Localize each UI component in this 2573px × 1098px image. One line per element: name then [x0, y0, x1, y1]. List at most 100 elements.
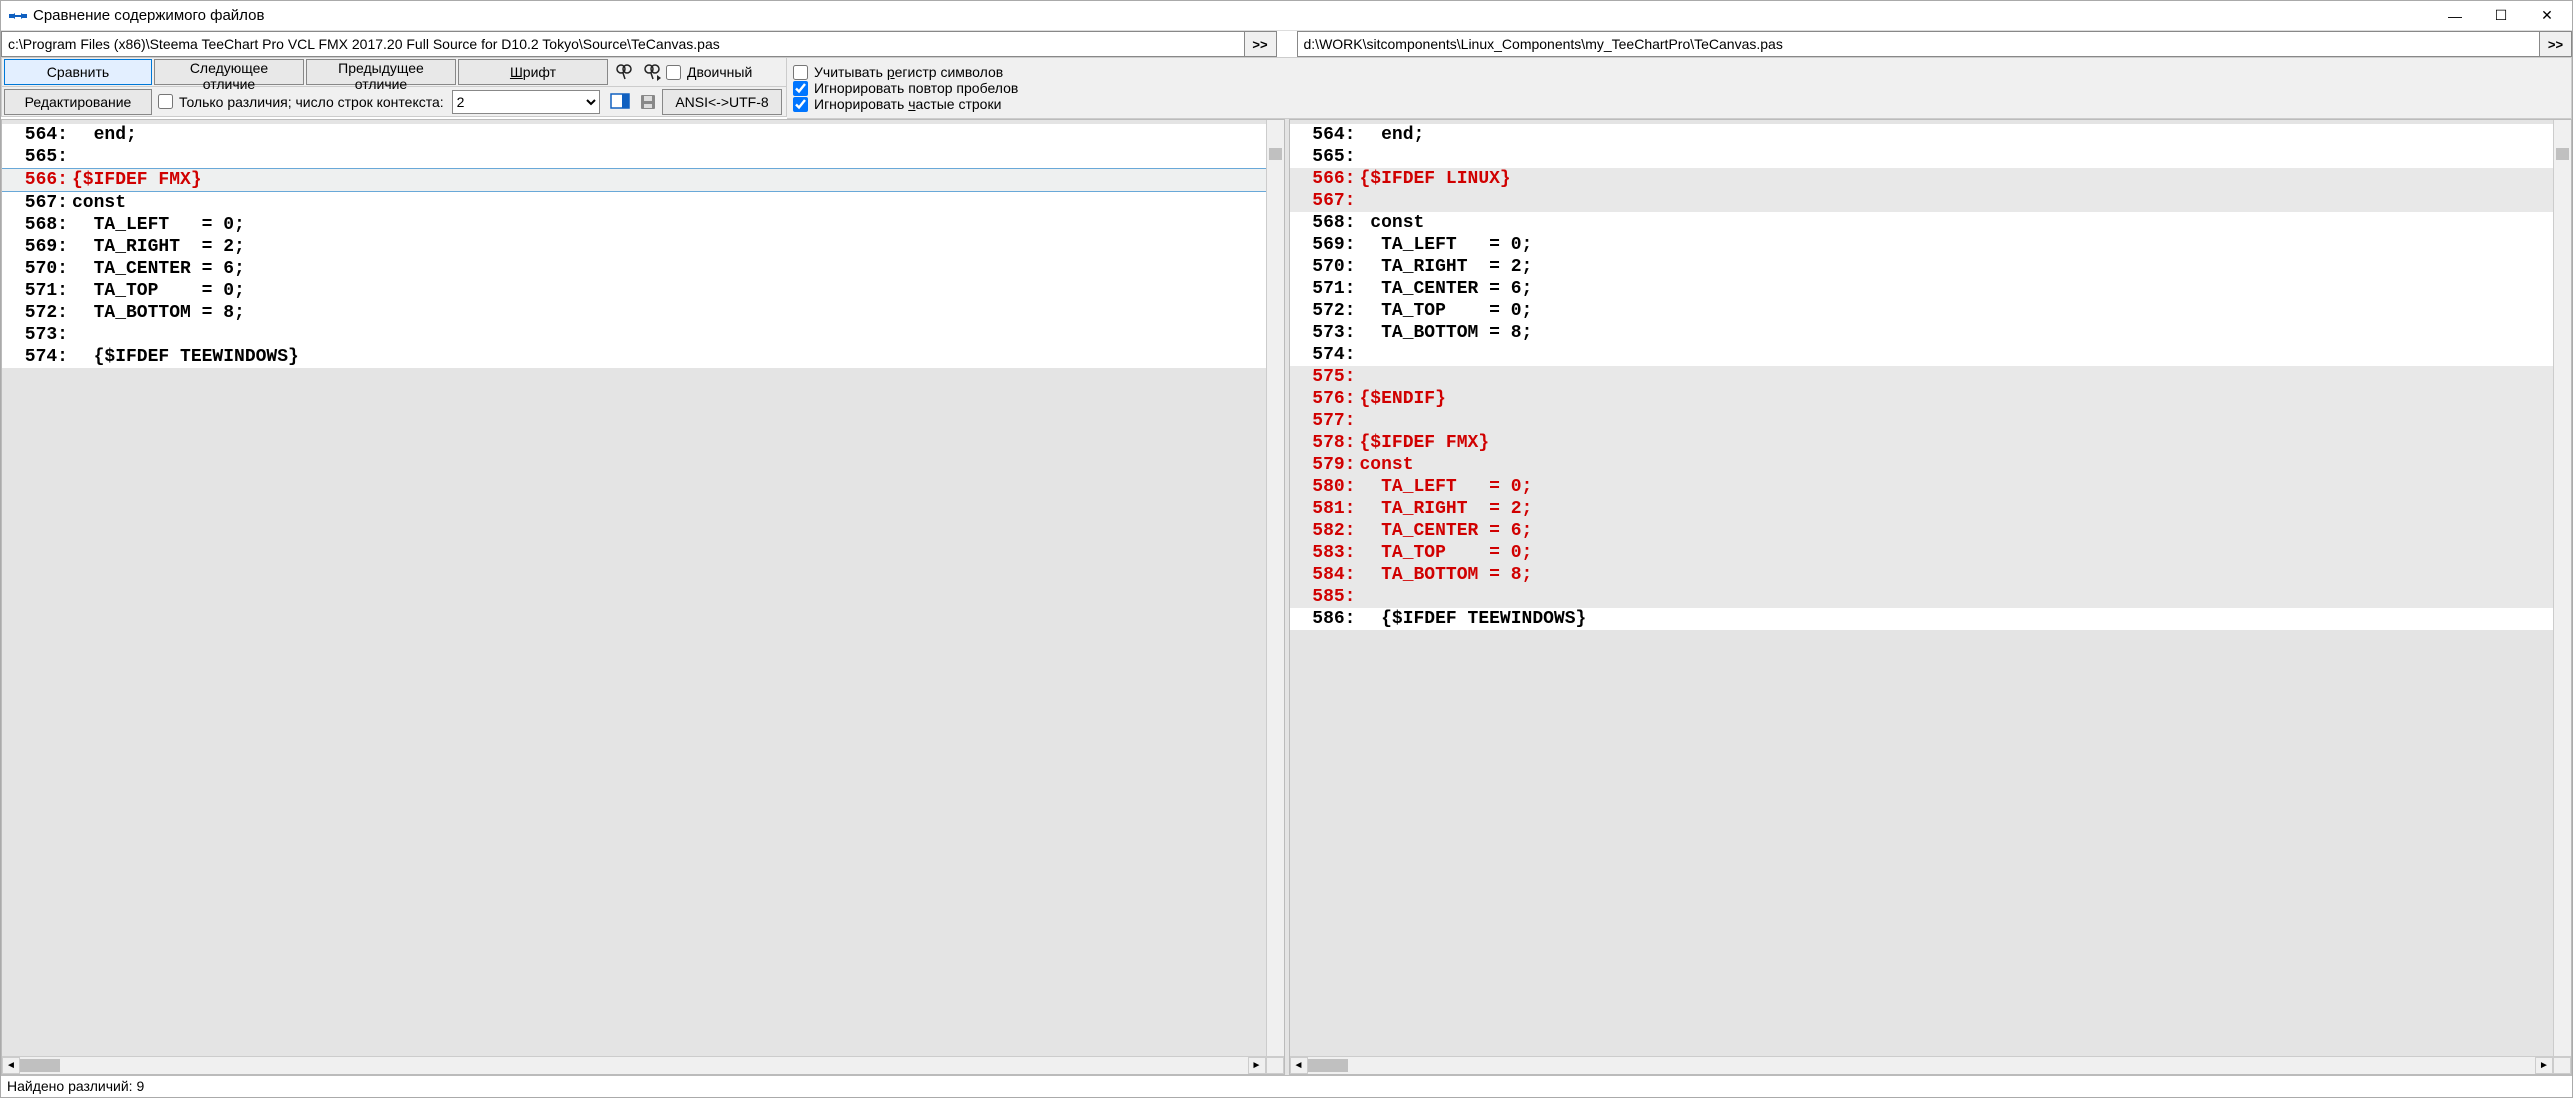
- code-line[interactable]: 574: {$IFDEF TEEWINDOWS}: [2, 346, 1284, 368]
- code-line[interactable]: 566:{$IFDEF FMX}: [2, 168, 1284, 192]
- line-text: {$IFDEF TEEWINDOWS}: [72, 346, 1284, 368]
- code-line[interactable]: 569: TA_RIGHT = 2;: [2, 236, 1284, 258]
- ignore-lines-row[interactable]: Игнорировать частые строки: [793, 96, 2565, 112]
- binary-checkbox[interactable]: [666, 65, 681, 80]
- scroll-right-icon[interactable]: ►: [1248, 1057, 1266, 1074]
- minimize-button[interactable]: —: [2432, 1, 2478, 31]
- close-button[interactable]: ✕: [2524, 1, 2570, 31]
- line-number: 574:: [2, 346, 72, 368]
- ignore-spaces-checkbox[interactable]: [793, 81, 808, 96]
- code-line[interactable]: 579:const: [1290, 454, 2572, 476]
- only-diffs-checkbox-row[interactable]: Только различия; число строк контекста:: [158, 94, 444, 110]
- case-sensitive-checkbox[interactable]: [793, 65, 808, 80]
- left-hscrollbar[interactable]: ◄ ►: [2, 1056, 1284, 1074]
- save-icon[interactable]: [634, 89, 662, 115]
- code-line[interactable]: 578:{$IFDEF FMX}: [1290, 432, 2572, 454]
- code-line[interactable]: 567:: [1290, 190, 2572, 212]
- scroll-left-icon[interactable]: ◄: [2, 1057, 20, 1074]
- right-code-area[interactable]: 564: end;565:566:{$IFDEF LINUX}567:568: …: [1290, 120, 2572, 1056]
- code-line[interactable]: 582: TA_CENTER = 6;: [1290, 520, 2572, 542]
- copy-block-icon[interactable]: [606, 89, 634, 115]
- line-number: 586:: [1290, 608, 1360, 630]
- find-icon[interactable]: [610, 59, 638, 85]
- next-diff-button[interactable]: Следующее отличие: [154, 59, 304, 85]
- line-text: TA_BOTTOM = 8;: [1360, 322, 2572, 344]
- code-line[interactable]: 568: const: [1290, 212, 2572, 234]
- window-controls: — ☐ ✕: [2432, 1, 2570, 31]
- encoding-button[interactable]: ANSI<->UTF-8: [662, 89, 782, 115]
- code-line[interactable]: 566:{$IFDEF LINUX}: [1290, 168, 2572, 190]
- line-text: TA_CENTER = 6;: [1360, 520, 2572, 542]
- left-toolbar: Сравнить Следующее отличие Предыдущее от…: [1, 57, 787, 119]
- code-line[interactable]: 573: TA_BOTTOM = 8;: [1290, 322, 2572, 344]
- code-line[interactable]: 564: end;: [2, 124, 1284, 146]
- code-line[interactable]: 585:: [1290, 586, 2572, 608]
- edit-button[interactable]: Редактирование: [4, 89, 152, 115]
- line-number: 575:: [1290, 366, 1360, 388]
- code-line[interactable]: 581: TA_RIGHT = 2;: [1290, 498, 2572, 520]
- titlebar: Сравнение содержимого файлов — ☐ ✕: [1, 1, 2572, 31]
- right-path-browse-button[interactable]: >>: [2540, 31, 2572, 57]
- code-line[interactable]: 569: TA_LEFT = 0;: [1290, 234, 2572, 256]
- left-vscrollbar[interactable]: [1266, 120, 1284, 1056]
- prev-diff-button[interactable]: Предыдущее отличие: [306, 59, 456, 85]
- left-path-input[interactable]: [1, 31, 1245, 57]
- ignore-spaces-label: Игнорировать повтор пробелов: [814, 80, 1018, 96]
- code-line[interactable]: 567:const: [2, 192, 1284, 214]
- line-text: end;: [72, 124, 1284, 146]
- font-button[interactable]: Шрифт: [458, 59, 608, 85]
- code-line[interactable]: 570: TA_RIGHT = 2;: [1290, 256, 2572, 278]
- code-line[interactable]: 564: end;: [1290, 124, 2572, 146]
- only-diffs-checkbox[interactable]: [158, 94, 173, 109]
- line-number: 569:: [1290, 234, 1360, 256]
- line-text: {$IFDEF LINUX}: [1360, 168, 2572, 190]
- find-next-icon[interactable]: [638, 59, 666, 85]
- code-line[interactable]: 568: TA_LEFT = 0;: [2, 214, 1284, 236]
- content-area: 564: end;565:566:{$IFDEF FMX}567:const56…: [1, 119, 2572, 1075]
- line-text: TA_LEFT = 0;: [1360, 476, 2572, 498]
- code-line[interactable]: 571: TA_TOP = 0;: [2, 280, 1284, 302]
- code-line[interactable]: 586: {$IFDEF TEEWINDOWS}: [1290, 608, 2572, 630]
- line-number: 564:: [2, 124, 72, 146]
- code-line[interactable]: 565:: [1290, 146, 2572, 168]
- ignore-spaces-row[interactable]: Игнорировать повтор пробелов: [793, 80, 2565, 96]
- line-number: 571:: [1290, 278, 1360, 300]
- code-line[interactable]: 571: TA_CENTER = 6;: [1290, 278, 2572, 300]
- case-sensitive-row[interactable]: Учитывать регистр символов: [793, 64, 2565, 80]
- line-text: TA_LEFT = 0;: [1360, 234, 2572, 256]
- code-line[interactable]: 580: TA_LEFT = 0;: [1290, 476, 2572, 498]
- right-hscrollbar[interactable]: ◄ ►: [1290, 1056, 2572, 1074]
- right-vscrollbar[interactable]: [2553, 120, 2571, 1056]
- binary-checkbox-row[interactable]: Двоичный: [666, 64, 752, 80]
- line-number: 566:: [1290, 168, 1360, 190]
- code-line[interactable]: 584: TA_BOTTOM = 8;: [1290, 564, 2572, 586]
- code-line[interactable]: 574:: [1290, 344, 2572, 366]
- code-line[interactable]: 575:: [1290, 366, 2572, 388]
- line-number: 577:: [1290, 410, 1360, 432]
- line-text: end;: [1360, 124, 2572, 146]
- scroll-left-icon[interactable]: ◄: [1290, 1057, 1308, 1074]
- right-path-input[interactable]: [1297, 31, 2541, 57]
- line-text: const: [72, 192, 1284, 214]
- code-line[interactable]: 570: TA_CENTER = 6;: [2, 258, 1284, 280]
- compare-button[interactable]: Сравнить: [4, 59, 152, 85]
- left-code-area[interactable]: 564: end;565:566:{$IFDEF FMX}567:const56…: [2, 120, 1284, 1056]
- code-line[interactable]: 572: TA_BOTTOM = 8;: [2, 302, 1284, 324]
- code-line[interactable]: 577:: [1290, 410, 2572, 432]
- line-text: TA_RIGHT = 2;: [1360, 498, 2572, 520]
- line-text: [1360, 410, 2572, 432]
- code-line[interactable]: 583: TA_TOP = 0;: [1290, 542, 2572, 564]
- right-toolbar: Учитывать регистр символов Игнорировать …: [787, 57, 2572, 119]
- scroll-right-icon[interactable]: ►: [2535, 1057, 2553, 1074]
- diff-window: Сравнение содержимого файлов — ☐ ✕ >> >>…: [0, 0, 2573, 1098]
- code-line[interactable]: 572: TA_TOP = 0;: [1290, 300, 2572, 322]
- line-number: 583:: [1290, 542, 1360, 564]
- context-lines-combo[interactable]: 2: [452, 90, 600, 114]
- ignore-lines-checkbox[interactable]: [793, 97, 808, 112]
- maximize-button[interactable]: ☐: [2478, 1, 2524, 31]
- only-diffs-label: Только различия; число строк контекста:: [179, 94, 444, 110]
- left-path-browse-button[interactable]: >>: [1245, 31, 1277, 57]
- code-line[interactable]: 576:{$ENDIF}: [1290, 388, 2572, 410]
- code-line[interactable]: 573:: [2, 324, 1284, 346]
- code-line[interactable]: 565:: [2, 146, 1284, 168]
